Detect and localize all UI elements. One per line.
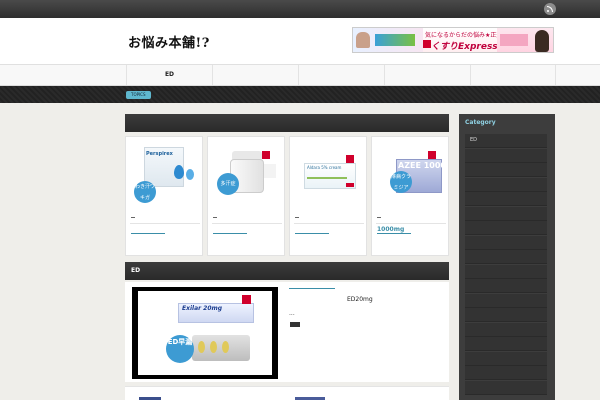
next-article-row: [125, 386, 449, 400]
product-badge: 多汗症: [217, 173, 239, 195]
rss-icon[interactable]: [544, 3, 556, 15]
banner-brand: くすりExpress: [431, 42, 498, 52]
site-logo[interactable]: お悩み本舗!?: [128, 32, 210, 51]
sidebar-category-item[interactable]: [465, 366, 547, 380]
sidebar-category-item[interactable]: [465, 163, 547, 177]
nav-item-ed[interactable]: ED: [126, 65, 212, 85]
product-link[interactable]: [131, 226, 165, 234]
sidebar-category-item[interactable]: [465, 293, 547, 308]
ed-excerpt: ...: [289, 310, 295, 317]
sidebar-category-item[interactable]: [465, 380, 547, 395]
read-more-button[interactable]: [290, 322, 300, 327]
product-badge: わき汗ワキガ: [134, 181, 156, 203]
sidebar-category-item[interactable]: [465, 148, 547, 163]
product-link[interactable]: [295, 226, 329, 234]
banner-center: 気になるからだの悩み★正規医薬品で解決! くすりExpress: [423, 28, 541, 52]
top-bar: [0, 0, 600, 18]
sidebar-category-item[interactable]: [465, 351, 547, 366]
product-image[interactable]: Perspirex わき汗ワキガ: [130, 143, 200, 205]
sidebar-category-item[interactable]: [465, 250, 547, 264]
main-nav: ED: [0, 64, 600, 86]
cross-icon: [423, 40, 431, 48]
main-content: Perspirex わき汗ワキガ 多汗症 Aldara 5% cream AZE…: [125, 114, 449, 400]
topics-badge: TOPICS: [126, 91, 151, 99]
ed-product-image[interactable]: Exilar 20mg ED早漏: [132, 287, 278, 379]
nav-item-4[interactable]: [384, 65, 470, 85]
ed-title-link[interactable]: [289, 288, 335, 289]
ed-section: ED Exilar 20mg ED早漏 ED20mg ...: [125, 262, 449, 400]
product-image[interactable]: 多汗症: [212, 143, 282, 205]
featured-header: [125, 114, 449, 132]
sidebar-category-item[interactable]: [465, 322, 547, 337]
banner-right-image: [497, 28, 553, 52]
featured-cards: Perspirex わき汗ワキガ 多汗症 Aldara 5% cream AZE…: [125, 136, 449, 256]
featured-card[interactable]: AZEE 1000 淋病クラミジア 1000mg: [371, 136, 449, 256]
sidebar-category-item[interactable]: [465, 192, 547, 206]
nav-item-5[interactable]: [470, 65, 556, 85]
sidebar-category-label: ED: [470, 137, 478, 143]
sidebar-category-item[interactable]: [465, 264, 547, 279]
product-image[interactable]: AZEE 1000 淋病クラミジア: [376, 143, 446, 205]
product-name: Aldara 5% cream: [307, 165, 342, 170]
ad-banner[interactable]: 気になるからだの悩み★正規医薬品で解決! くすりExpress: [352, 27, 554, 53]
sidebar-category-item[interactable]: ED: [465, 134, 547, 148]
featured-card[interactable]: Perspirex わき汗ワキガ: [125, 136, 203, 256]
ed-product-name: Exilar 20mg: [182, 305, 223, 312]
product-image[interactable]: Aldara 5% cream: [294, 143, 364, 205]
product-link[interactable]: 1000mg: [377, 226, 411, 234]
site-header: お悩み本舗!? 気になるからだの悩み★正規医薬品で解決! くすりExpress: [0, 18, 600, 64]
sidebar-category-item[interactable]: [465, 221, 547, 235]
featured-card[interactable]: Aldara 5% cream: [289, 136, 367, 256]
product-name: Perspirex: [146, 151, 173, 157]
sidebar-category-item[interactable]: [465, 177, 547, 192]
ed-badge: ED早漏: [166, 335, 194, 363]
topics-ticker: TOPICS: [0, 86, 600, 103]
sidebar-category-item[interactable]: [465, 337, 547, 351]
nav-item-3[interactable]: [298, 65, 384, 85]
product-link[interactable]: [213, 226, 247, 234]
featured-card[interactable]: 多汗症: [207, 136, 285, 256]
nav-item-2[interactable]: [212, 65, 298, 85]
sidebar-title: Category: [465, 119, 496, 126]
ed-article: Exilar 20mg ED早漏 ED20mg ...: [125, 282, 449, 382]
sidebar-category-item[interactable]: [465, 279, 547, 293]
ed-dosage: ED20mg: [347, 296, 373, 303]
banner-left-image: [353, 28, 423, 52]
sidebar-category-item[interactable]: [465, 235, 547, 250]
product-badge: 淋病クラミジア: [390, 171, 412, 193]
ed-section-title: ED: [125, 262, 449, 280]
sidebar-category-item[interactable]: [465, 308, 547, 322]
product-name: AZEE 1000: [398, 161, 446, 170]
sidebar-category-item[interactable]: [465, 206, 547, 221]
sidebar: Category ED: [459, 114, 555, 400]
